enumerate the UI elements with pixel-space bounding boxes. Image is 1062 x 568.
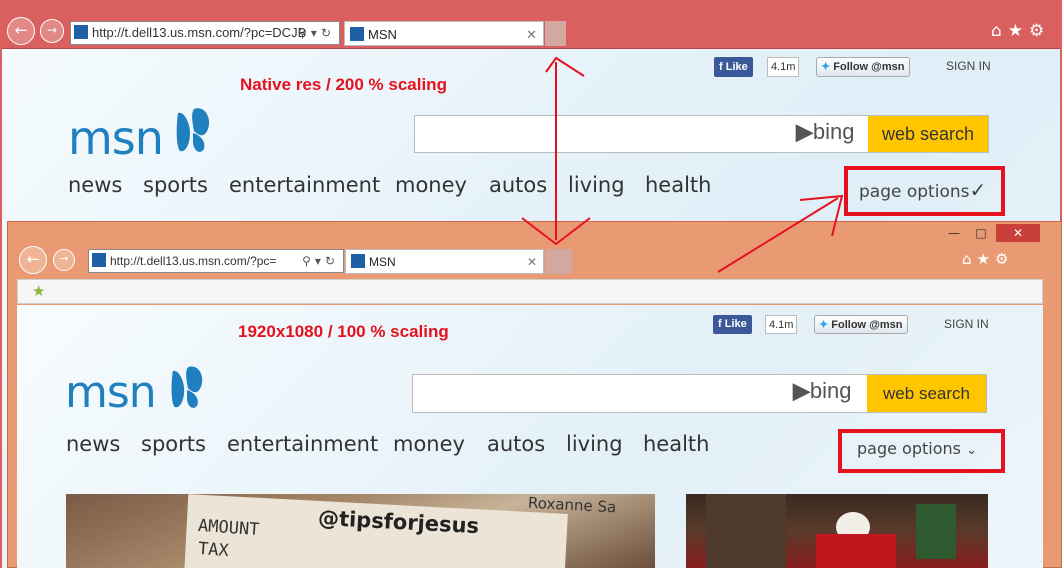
scaling-arrow-head-top	[545, 56, 585, 77]
annotation-arrows	[521, 56, 844, 273]
page-options-arrow-line	[717, 197, 839, 273]
page-options-arrow-head	[799, 194, 844, 237]
